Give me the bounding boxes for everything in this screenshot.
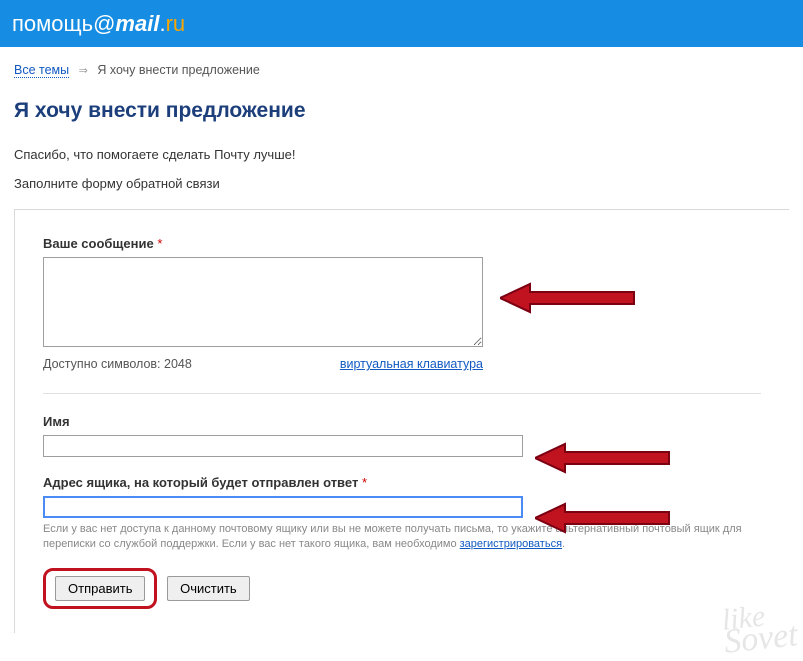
thanks-text: Спасибо, что помогаете сделать Почту луч…: [14, 147, 789, 162]
page-content: Все темы ⇒ Я хочу внести предложение Я х…: [0, 47, 803, 653]
name-input[interactable]: [43, 435, 523, 457]
hint-part2: .: [562, 538, 565, 550]
clear-button[interactable]: Очистить: [167, 576, 250, 601]
name-label: Имя: [43, 414, 761, 429]
fill-form-text: Заполните форму обратной связи: [14, 176, 789, 191]
logo[interactable]: помощь@mail.ru: [12, 11, 185, 37]
message-textarea[interactable]: [43, 257, 483, 347]
message-label: Ваше сообщение *: [43, 236, 761, 251]
logo-mail: mail: [115, 11, 159, 36]
button-row: Отправить Очистить: [43, 568, 761, 609]
page-title: Я хочу внести предложение: [14, 99, 789, 123]
required-mark: *: [362, 475, 367, 490]
virtual-keyboard-link[interactable]: виртуальная клавиатура: [340, 357, 483, 371]
logo-ru: ru: [166, 11, 186, 36]
register-link[interactable]: зарегистрироваться: [460, 538, 562, 550]
required-mark: *: [157, 236, 162, 251]
chars-prefix: Доступно символов:: [43, 357, 164, 371]
breadcrumb-separator-icon: ⇒: [79, 65, 88, 77]
feedback-form: Ваше сообщение * Доступно символов: 2048…: [14, 209, 789, 633]
breadcrumb-current: Я хочу внести предложение: [97, 63, 260, 77]
email-label-text: Адрес ящика, на который будет отправлен …: [43, 475, 358, 490]
email-input[interactable]: [43, 496, 523, 518]
submit-highlight-annotation: Отправить: [43, 568, 157, 609]
submit-button[interactable]: Отправить: [55, 576, 145, 601]
email-hint: Если у вас нет доступа к данному почтово…: [43, 522, 783, 552]
breadcrumb: Все темы ⇒ Я хочу внести предложение: [14, 63, 789, 77]
logo-at-icon: @: [93, 11, 115, 36]
logo-prefix: помощь: [12, 11, 93, 36]
email-label: Адрес ящика, на который будет отправлен …: [43, 475, 761, 490]
chars-count: 2048: [164, 357, 192, 371]
divider: [43, 393, 761, 394]
hint-part1: Если у вас нет доступа к данному почтово…: [43, 523, 742, 550]
message-subrow: Доступно символов: 2048 виртуальная клав…: [43, 357, 483, 371]
chars-available: Доступно символов: 2048: [43, 357, 192, 371]
site-header: помощь@mail.ru: [0, 0, 803, 47]
breadcrumb-all-topics-link[interactable]: Все темы: [14, 63, 69, 78]
message-label-text: Ваше сообщение: [43, 236, 154, 251]
